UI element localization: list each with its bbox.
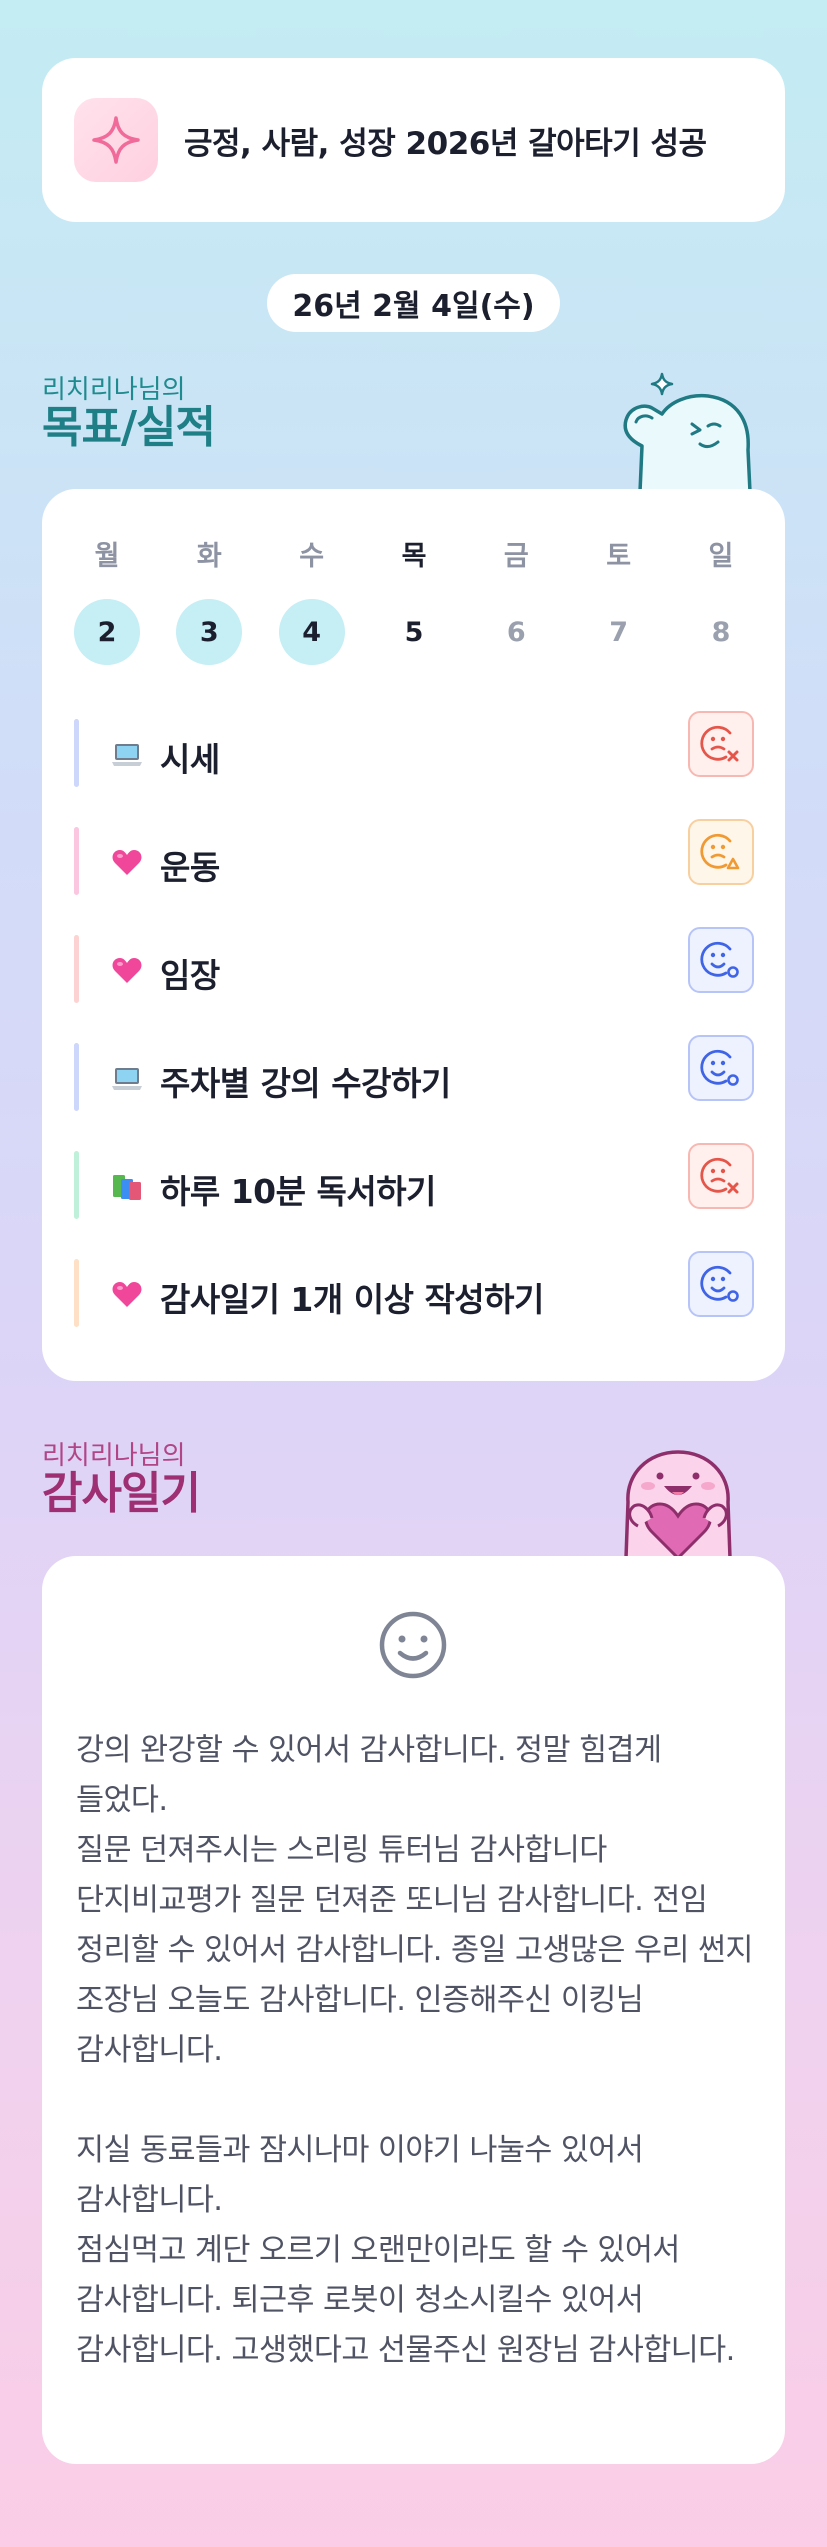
status-fail-icon[interactable] [688,1143,754,1209]
laptop-icon [110,1061,144,1095]
calendar-day-name: 금 [503,541,529,572]
smile-icon [378,1610,448,1684]
goal-title: 긍정, 사람, 성장 2026년 갈아타기 성공 [184,125,707,162]
calendar-day-number: 8 [711,616,731,648]
calendar-day-name: 화 [196,541,222,572]
week-calendar: 월2화3수4목5금6토7일8 [74,539,754,665]
calendar-day-number: 2 [74,599,140,665]
status-fail-icon[interactable] [688,711,754,777]
goal-list: 시세운동임장주차별 강의 수강하기하루 10분 독서하기감사일기 1개 이상 작… [74,703,754,1351]
calendar-day-name: 월 [94,541,120,572]
goal-color-bar [74,1259,79,1327]
goal-color-bar [74,1043,79,1111]
calendar-day-number: 3 [176,599,243,665]
goal-color-bar [74,827,79,895]
goals-owner-label: 리치리나님의 [42,375,186,405]
goal-item[interactable]: 운동 [74,811,754,919]
books-icon [110,1169,144,1203]
heart-mascot-icon [598,1430,758,1562]
date-label[interactable]: 26년 2월 4일(수) [267,274,560,332]
calendar-day[interactable]: 목5 [381,539,447,665]
status-success-icon[interactable] [688,1251,754,1317]
calendar-day-name: 토 [606,541,632,572]
calendar-day[interactable]: 월2 [74,539,140,665]
goal-label: 주차별 강의 수강하기 [160,1064,451,1103]
calendar-day[interactable]: 토7 [586,539,652,665]
calendar-day[interactable]: 수4 [278,539,345,665]
calendar-day[interactable]: 금6 [483,539,549,665]
calendar-day-name: 수 [299,541,325,572]
goal-color-bar [74,719,79,787]
laptop-icon [110,737,144,771]
gratitude-section-header: 리치리나님의 감사일기 [42,1441,201,1519]
heart-icon [110,1277,144,1311]
app-screen: { "header": { "goal_title": "긍정, 사람, 성장 … [0,0,827,2547]
goal-color-bar [74,935,79,1003]
goal-label: 시세 [160,740,220,779]
status-success-icon[interactable] [688,927,754,993]
calendar-day-name: 목 [401,541,427,572]
calendar-day-name: 일 [708,541,734,572]
gratitude-card: 강의 완강할 수 있어서 감사합니다. 정말 힘겹게 들었다. 질문 던져주시는… [42,1556,785,2464]
status-partial-icon[interactable] [688,819,754,885]
calendar-day-number: 5 [404,616,424,648]
heart-icon [110,845,144,879]
heart-icon [110,953,144,987]
calendar-day-number: 4 [278,599,345,665]
status-success-icon[interactable] [688,1035,754,1101]
calendar-day-number: 7 [609,616,629,648]
ghost-mascot-icon [600,362,760,496]
calendar-day-number: 6 [506,616,526,648]
goal-item[interactable]: 주차별 강의 수강하기 [74,1027,754,1135]
goal-item[interactable]: 하루 10분 독서하기 [74,1135,754,1243]
goal-banner[interactable]: 긍정, 사람, 성장 2026년 갈아타기 성공 [42,58,785,222]
gratitude-section-title: 감사일기 [42,1468,201,1519]
goals-section-title: 목표/실적 [42,402,216,453]
goal-item[interactable]: 임장 [74,919,754,1027]
calendar-day[interactable]: 일8 [688,539,754,665]
gratitude-diary-text: 강의 완강할 수 있어서 감사합니다. 정말 힘겹게 들었다. 질문 던져주시는… [76,1733,753,2368]
goals-card: 월2화3수4목5금6토7일8 시세 운동 임장 주차별 강의 수강하기 하루 10분 독… [42,489,785,1381]
goal-label: 운동 [160,848,220,887]
goal-item[interactable]: 시세 [74,703,754,811]
calendar-day[interactable]: 화3 [176,539,243,665]
sparkle-icon [74,98,158,182]
goal-color-bar [74,1151,79,1219]
goal-label: 하루 10분 독서하기 [160,1172,436,1211]
gratitude-owner-label: 리치리나님의 [42,1441,186,1471]
goals-section-header: 리치리나님의 목표/실적 [42,375,216,453]
goal-label: 임장 [160,956,220,995]
goal-item[interactable]: 감사일기 1개 이상 작성하기 [74,1243,754,1351]
goal-label: 감사일기 1개 이상 작성하기 [160,1280,544,1319]
